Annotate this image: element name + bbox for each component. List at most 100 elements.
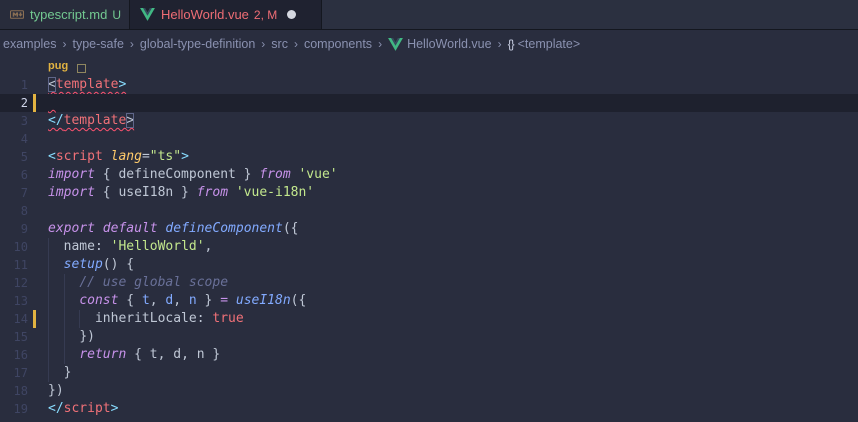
code-line[interactable]: 8 xyxy=(0,202,858,220)
code-token: 'HelloWorld' xyxy=(111,239,205,254)
line-number[interactable]: 12 xyxy=(0,274,28,292)
code-token: inheritLocale: xyxy=(95,311,212,326)
code-token: } xyxy=(64,365,72,380)
line-number[interactable]: 5 xyxy=(0,148,28,166)
code-token: { t, d, n } xyxy=(126,347,220,362)
code-line[interactable]: 6 import { defineComponent } from 'vue' xyxy=(0,166,858,184)
code-line[interactable]: 15 }) xyxy=(0,328,858,346)
code-token: }) xyxy=(48,383,64,398)
breadcrumb-item[interactable]: src xyxy=(271,37,288,51)
code-line[interactable]: 18}) xyxy=(0,382,858,400)
template-lang-hint[interactable]: pug xyxy=(48,60,68,72)
code-text: }) xyxy=(48,382,64,400)
tab-typescript-md[interactable]: typescript.md U xyxy=(0,0,130,29)
breadcrumb-separator-icon: › xyxy=(498,37,502,51)
vue-icon xyxy=(140,8,155,21)
line-number[interactable]: 11 xyxy=(0,256,28,274)
breadcrumb-label: <template> xyxy=(518,37,581,51)
code-text xyxy=(48,94,56,112)
line-number[interactable]: 2 xyxy=(0,94,28,112)
code-line[interactable]: 4 xyxy=(0,130,858,148)
code-token: () { xyxy=(103,257,134,272)
tab-label: typescript.md xyxy=(30,7,107,22)
tab-git-status: U xyxy=(112,8,121,22)
code-token: < xyxy=(48,149,56,164)
code-text: setup() { xyxy=(48,256,134,274)
line-number[interactable]: 13 xyxy=(0,292,28,310)
code-line[interactable]: 17 } xyxy=(0,364,858,382)
code-token: > xyxy=(118,77,126,92)
code-line[interactable]: 5 <script lang="ts"> xyxy=(0,148,858,166)
code-text: name: 'HelloWorld', xyxy=(48,238,212,256)
line-number[interactable]: 10 xyxy=(0,238,28,256)
breadcrumb-item[interactable]: examples xyxy=(3,37,57,51)
line-number[interactable]: 7 xyxy=(0,184,28,202)
code-line[interactable]: 12 // use global scope xyxy=(0,274,858,292)
code-line[interactable]: 16 return { t, d, n } xyxy=(0,346,858,364)
code-line[interactable]: 2 xyxy=(0,94,858,112)
tab-label: HelloWorld.vue xyxy=(161,7,249,22)
breadcrumb-separator-icon: › xyxy=(130,37,134,51)
code-token: { xyxy=(118,293,141,308)
breadcrumb-item[interactable]: components xyxy=(304,37,372,51)
breadcrumb-label: type-safe xyxy=(73,37,124,51)
breadcrumb-item[interactable]: type-safe xyxy=(73,37,124,51)
code-token: from xyxy=(259,167,290,182)
code-token: template xyxy=(64,113,127,128)
line-number[interactable]: 9 xyxy=(0,220,28,238)
code-text: return { t, d, n } xyxy=(48,346,220,364)
breadcrumb-item[interactable]: {}<template> xyxy=(508,37,581,51)
code-token: > xyxy=(126,113,134,128)
line-number[interactable]: 3 xyxy=(0,112,28,130)
code-token: setup xyxy=(64,257,103,272)
code-token xyxy=(228,185,236,200)
code-line[interactable]: 10 name: 'HelloWorld', xyxy=(0,238,858,256)
breadcrumb-item[interactable]: global-type-definition xyxy=(140,37,255,51)
tab-helloworld-vue[interactable]: HelloWorld.vue 2, M xyxy=(130,0,322,29)
code-token: { defineComponent } xyxy=(95,167,259,182)
code-token: ({ xyxy=(291,293,307,308)
breadcrumb-separator-icon: › xyxy=(378,37,382,51)
code-token: < xyxy=(48,77,56,92)
line-number[interactable]: 4 xyxy=(0,130,28,148)
code-token xyxy=(103,149,111,164)
code-text: } xyxy=(48,364,71,382)
code-token: t xyxy=(142,293,150,308)
code-text: <script lang="ts"> xyxy=(48,148,189,166)
unsaved-changes-dot[interactable] xyxy=(287,10,296,19)
line-number[interactable]: 16 xyxy=(0,346,28,364)
code-line[interactable]: 13 const { t, d, n } = useI18n({ xyxy=(0,292,858,310)
code-line[interactable]: 19</script> xyxy=(0,400,858,418)
code-line[interactable]: 14 inheritLocale: true xyxy=(0,310,858,328)
code-line[interactable]: 7import { useI18n } from 'vue-i18n' xyxy=(0,184,858,202)
code-line[interactable]: 3 </template> xyxy=(0,112,858,130)
code-text: </template> xyxy=(48,112,134,130)
line-number[interactable]: 8 xyxy=(0,202,28,220)
code-line[interactable]: 9export default defineComponent({ xyxy=(0,220,858,238)
breadcrumb-separator-icon: › xyxy=(294,37,298,51)
code-token: default xyxy=(103,221,158,236)
git-modified-indicator xyxy=(33,94,36,112)
code-line[interactable]: 11 setup() { xyxy=(0,256,858,274)
breadcrumb-label: components xyxy=(304,37,372,51)
code-token: , xyxy=(205,239,213,254)
template-lang-hint-row: pug xyxy=(0,58,858,76)
line-number[interactable]: 15 xyxy=(0,328,28,346)
code-token: 'vue' xyxy=(298,167,337,182)
template-lang-picker-box[interactable] xyxy=(77,64,86,73)
code-token: </ xyxy=(48,401,64,416)
line-number[interactable]: 14 xyxy=(0,310,28,328)
breadcrumb-separator-icon: › xyxy=(63,37,67,51)
code-token: > xyxy=(181,149,189,164)
line-number[interactable]: 17 xyxy=(0,364,28,382)
breadcrumb-item[interactable]: HelloWorld.vue xyxy=(388,37,492,51)
line-number[interactable]: 6 xyxy=(0,166,28,184)
line-number[interactable]: 18 xyxy=(0,382,28,400)
vue-icon xyxy=(388,38,403,51)
code-token: import xyxy=(48,167,95,182)
line-number[interactable]: 1 xyxy=(0,76,28,94)
code-token: > xyxy=(111,401,119,416)
code-line[interactable]: 1<template> xyxy=(0,76,858,94)
line-number[interactable]: 19 xyxy=(0,400,28,418)
code-token: // use global scope xyxy=(79,275,228,290)
